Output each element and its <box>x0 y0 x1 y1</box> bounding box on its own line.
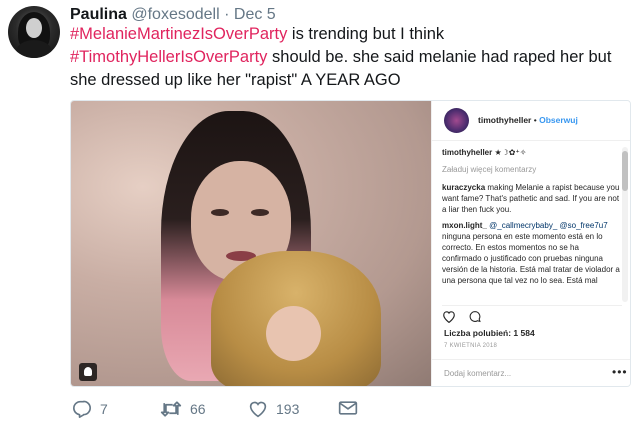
follow-button[interactable]: Obserwuj <box>539 115 578 125</box>
tweet-text-part1: is trending but I think <box>287 25 445 43</box>
instagram-comments[interactable]: timothyheller ★☽✿⁺✧ Załaduj więcej komen… <box>442 147 620 302</box>
caption-user[interactable]: timothyheller ★☽✿⁺✧ <box>442 147 620 158</box>
reply-count: 7 <box>100 401 108 417</box>
comment-text: ninguna persona en este momento está en … <box>442 232 620 285</box>
like-count: 193 <box>276 401 300 417</box>
comment-item: kuraczycka making Melanie a rapist becau… <box>442 182 620 215</box>
doll-face <box>266 306 321 361</box>
add-comment-bar: Dodaj komentarz... ••• <box>432 359 630 386</box>
tweet-actions: 7 66 193 <box>70 398 630 424</box>
like-heart-icon <box>249 401 267 418</box>
author-name[interactable]: Paulina <box>70 6 127 23</box>
retweet-icon <box>160 401 182 417</box>
reply-icon <box>73 400 91 418</box>
instagram-header: timothyheller • Obserwuj <box>432 101 630 141</box>
user-tag-icon[interactable] <box>79 363 97 381</box>
like-button[interactable]: 193 <box>248 400 299 418</box>
instagram-separator: • <box>533 115 537 125</box>
tweet-text: #MelanieMartinezIsOverParty is trending … <box>70 23 635 92</box>
author-avatar[interactable] <box>8 6 60 58</box>
direct-message-button[interactable] <box>338 400 366 416</box>
instagram-photo <box>71 101 431 386</box>
tweet-date[interactable]: Dec 5 <box>234 6 276 23</box>
envelope-icon <box>338 401 358 415</box>
more-options-icon[interactable]: ••• <box>612 365 628 379</box>
add-comment-input[interactable]: Dodaj komentarz... <box>444 369 511 378</box>
instagram-actions <box>442 305 622 327</box>
comments-scrollbar[interactable] <box>622 147 628 302</box>
heart-icon[interactable] <box>442 310 456 324</box>
retweet-button[interactable]: 66 <box>160 400 206 418</box>
hashtag-melanie[interactable]: #MelanieMartinezIsOverParty <box>70 25 287 43</box>
post-date: 7 KWIETNIA 2018 <box>444 343 498 349</box>
author-handle[interactable]: @foxesodell <box>131 6 219 23</box>
comment-user[interactable]: mxon.light_ <box>442 221 487 230</box>
instagram-avatar[interactable] <box>444 108 469 133</box>
comment-item: mxon.light_ @_callmecrybaby_ @so_free7u7… <box>442 220 620 286</box>
likes-count[interactable]: Liczba polubień: 1 584 <box>444 328 535 338</box>
comment-mention[interactable]: @so_free7u7 <box>560 221 608 230</box>
tweet-header: Paulina @foxesodell · Dec 5 <box>70 6 276 24</box>
load-more-comments[interactable]: Załaduj więcej komentarzy <box>442 164 620 175</box>
hashtag-timothy[interactable]: #TimothyHellerIsOverParty <box>70 48 267 66</box>
tweet-media[interactable]: timothyheller • Obserwuj timothyheller ★… <box>70 100 631 387</box>
comment-user[interactable]: kuraczycka <box>442 183 485 192</box>
comment-mention[interactable]: @_callmecrybaby_ <box>489 221 557 230</box>
instagram-username[interactable]: timothyheller <box>478 115 531 125</box>
retweet-count: 66 <box>190 401 206 417</box>
reply-button[interactable]: 7 <box>72 400 108 418</box>
header-separator: · <box>224 6 230 23</box>
comment-bubble-icon[interactable] <box>468 310 482 323</box>
instagram-panel: timothyheller • Obserwuj timothyheller ★… <box>431 101 630 386</box>
